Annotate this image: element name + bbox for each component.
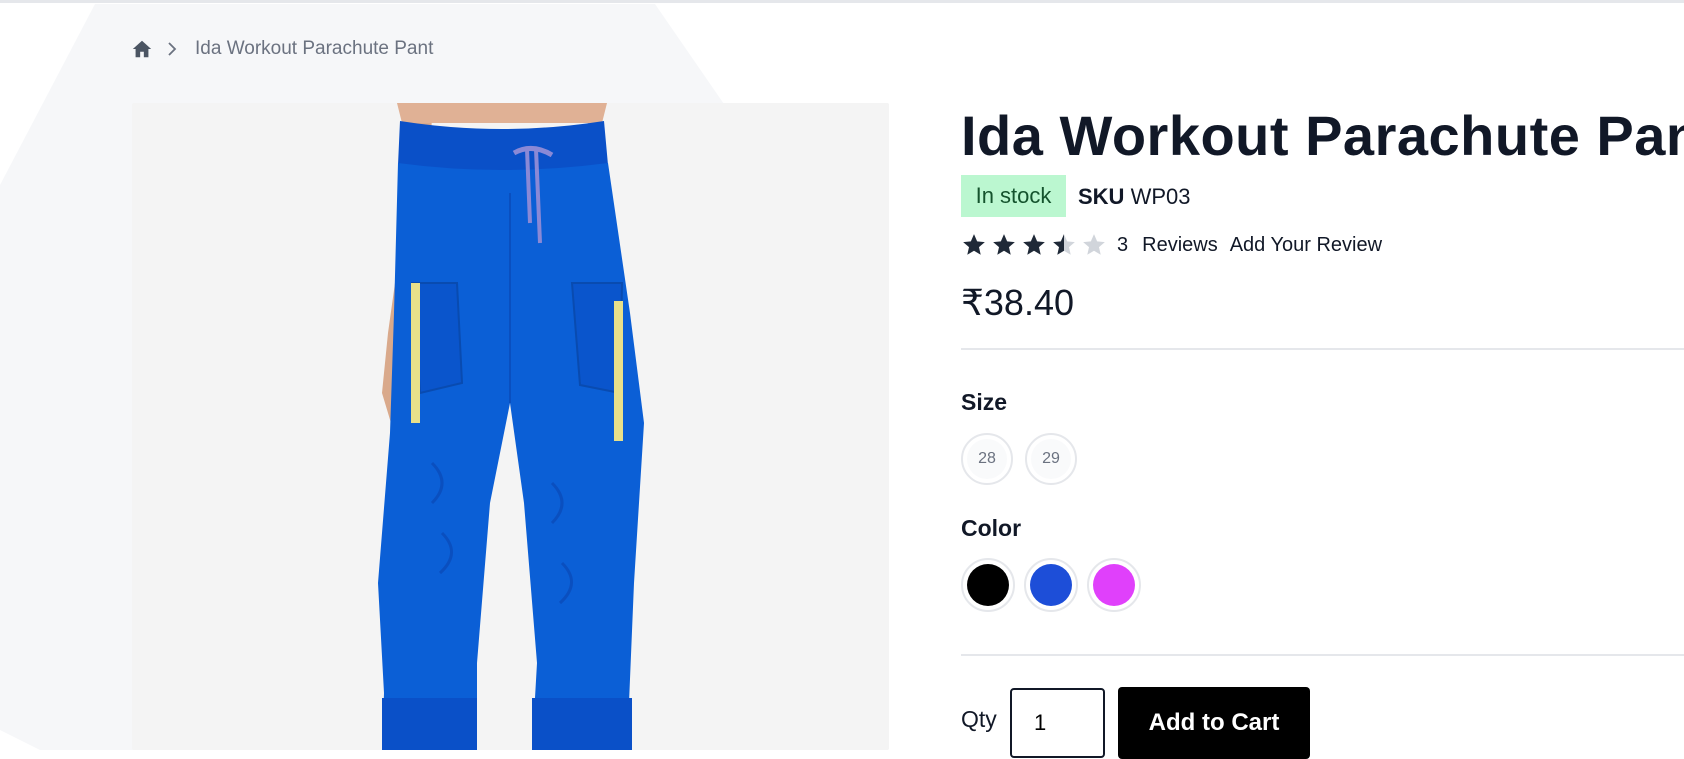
rating-stars — [961, 232, 1111, 258]
divider — [961, 654, 1684, 656]
price: ₹38.40 — [961, 282, 1074, 323]
size-label: Size — [961, 389, 1008, 415]
swatch — [967, 564, 1009, 606]
color-label: Color — [961, 515, 1022, 541]
review-count: 3 — [1117, 233, 1129, 256]
sku-value: WP03 — [1130, 184, 1191, 209]
star-full-icon — [963, 234, 985, 255]
stock-badge: In stock — [961, 175, 1066, 217]
size-option-29[interactable]: 29 — [1025, 433, 1077, 485]
star-full-icon — [993, 234, 1015, 255]
sku-label: SKU — [1078, 184, 1125, 209]
chevron-right-icon — [167, 42, 177, 56]
product-image — [132, 103, 889, 750]
add-to-cart-button[interactable]: Add to Cart — [1118, 687, 1310, 759]
reviews-link[interactable]: Reviews — [1142, 234, 1218, 257]
rating: 3 Reviews Add Your Review — [961, 232, 1382, 258]
color-swatch-black[interactable] — [961, 558, 1015, 612]
qty-label: Qty — [961, 706, 997, 732]
size-option-label: 29 — [1031, 439, 1071, 479]
divider — [961, 348, 1684, 350]
size-option-label: 28 — [967, 439, 1007, 479]
color-swatch-magenta[interactable] — [1087, 558, 1141, 612]
star-full-icon — [1023, 234, 1045, 255]
breadcrumb-current: Ida Workout Parachute Pant — [195, 38, 434, 59]
star-empty-icon — [1083, 234, 1105, 255]
add-review-link[interactable]: Add Your Review — [1230, 234, 1382, 257]
swatch — [1030, 564, 1072, 606]
size-option-28[interactable]: 28 — [961, 433, 1013, 485]
product-title: Ida Workout Parachute Pant — [961, 104, 1684, 167]
color-swatch-blue[interactable] — [1024, 558, 1078, 612]
breadcrumb: Ida Workout Parachute Pant — [131, 38, 433, 60]
sku: SKU WP03 — [1078, 184, 1191, 210]
qty-input[interactable] — [1010, 688, 1105, 758]
home-icon[interactable] — [131, 38, 153, 60]
star-half-icon — [1053, 234, 1075, 255]
swatch — [1093, 564, 1135, 606]
